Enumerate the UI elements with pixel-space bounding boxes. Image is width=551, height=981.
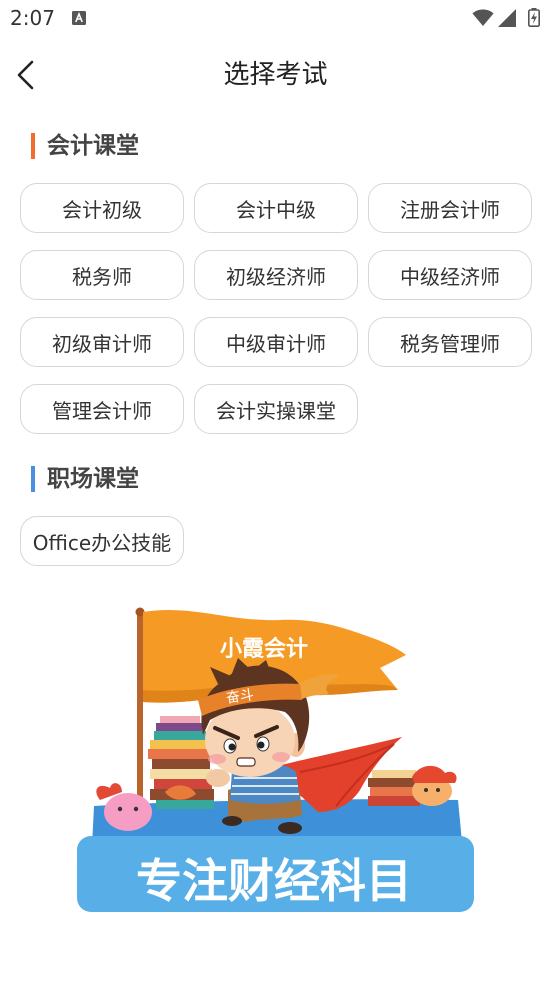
boy-pupil — [228, 743, 236, 751]
text-a-icon-graphic — [72, 11, 86, 25]
section-header-accounting: 会计课堂 — [31, 132, 139, 160]
boy-shoe — [222, 816, 242, 826]
book — [150, 769, 212, 779]
orange-mascot-eye — [436, 788, 440, 792]
section-title: 职场课堂 — [47, 466, 139, 492]
status-bar: 2:07 — [0, 0, 551, 36]
exam-option[interactable]: 税务师 — [20, 250, 184, 300]
boy-hand — [206, 769, 230, 787]
flag-pole — [137, 612, 143, 810]
book — [160, 716, 200, 723]
status-time: 2:07 — [10, 6, 55, 30]
book — [154, 731, 206, 740]
section-accent-bar — [31, 133, 35, 159]
exam-option[interactable]: 初级审计师 — [20, 317, 184, 367]
boy-mouth — [236, 757, 256, 767]
back-button[interactable] — [14, 59, 40, 91]
exam-option[interactable]: 会计中级 — [194, 183, 358, 233]
orange-mascot-crest — [412, 765, 457, 783]
flag-text: 小霞会计 — [220, 636, 308, 662]
boy-blush — [208, 754, 226, 764]
boy-pupil — [257, 741, 265, 749]
text-a-icon — [72, 11, 86, 25]
orange-mascot-eye — [424, 788, 428, 792]
pink-mascot-eye — [133, 806, 139, 812]
book — [148, 749, 210, 759]
book — [150, 740, 206, 749]
slogan-banner: 专注财经科目 — [77, 836, 474, 912]
book — [368, 796, 420, 806]
section-accent-bar — [31, 466, 35, 492]
exam-option[interactable]: 税务管理师 — [368, 317, 532, 367]
exam-grid-accounting: 会计初级 会计中级 注册会计师 税务师 初级经济师 中级经济师 初级审计师 中级… — [20, 183, 532, 434]
pink-mascot-eye — [117, 806, 123, 812]
mascot-illustration: 小霞会计 奋斗 专注财经科目 — [77, 607, 474, 912]
exam-option[interactable]: 中级审计师 — [194, 317, 358, 367]
boy-shoe — [278, 822, 302, 834]
battery-charging-icon — [528, 8, 540, 27]
slogan-text: 专注财经科目 — [136, 854, 412, 908]
exam-grid-workplace: Office办公技能 — [20, 516, 532, 566]
charging-bolt — [531, 12, 537, 24]
section-title: 会计课堂 — [47, 133, 139, 159]
exam-option[interactable]: 会计实操课堂 — [194, 384, 358, 434]
signal-triangle — [498, 9, 516, 27]
signal-icon — [498, 9, 516, 27]
book — [372, 770, 416, 778]
exam-option[interactable]: 中级经济师 — [368, 250, 532, 300]
exam-option[interactable]: 初级经济师 — [194, 250, 358, 300]
exam-option[interactable]: Office办公技能 — [20, 516, 184, 566]
pink-mascot-body — [104, 793, 152, 831]
chevron-left-icon — [17, 60, 34, 90]
signal-icon-graphic — [498, 9, 516, 27]
book — [156, 800, 214, 809]
exam-option[interactable]: 会计初级 — [20, 183, 184, 233]
battery-icon-graphic — [528, 8, 540, 27]
book-stack-right — [368, 770, 420, 806]
wifi-icon-graphic — [472, 9, 494, 26]
section-header-workplace: 职场课堂 — [31, 465, 139, 493]
wifi-fan — [472, 9, 494, 26]
book — [370, 787, 418, 796]
page-title: 选择考试 — [223, 60, 328, 90]
exam-option[interactable]: 管理会计师 — [20, 384, 184, 434]
book — [152, 759, 210, 769]
boy-blush — [272, 752, 290, 762]
book — [156, 723, 202, 731]
exam-option[interactable]: 注册会计师 — [368, 183, 532, 233]
wifi-icon — [472, 9, 494, 27]
chevron-line — [17, 60, 34, 90]
book — [368, 778, 418, 787]
